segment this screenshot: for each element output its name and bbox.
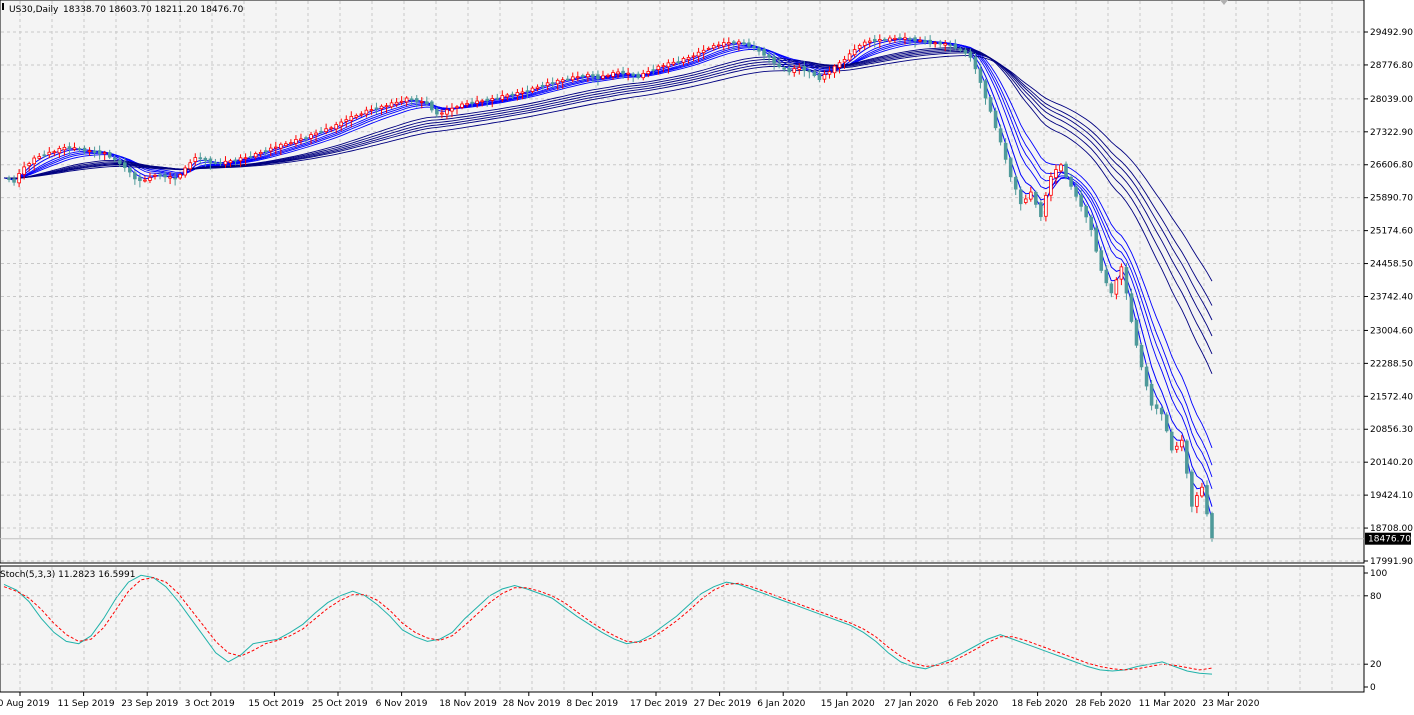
candle xyxy=(1144,363,1149,391)
date-tick-label: 17 Dec 2019 xyxy=(630,699,688,709)
price-tick-label: 29492.90 xyxy=(1370,28,1413,38)
date-tick-label: 11 Mar 2020 xyxy=(1139,699,1196,709)
date-axis: 30 Aug 2019 11 Sep 2019 23 Sep 2019 3 Oct 2… xyxy=(0,692,1260,709)
date-tick-label: 6 Jan 2020 xyxy=(757,699,805,709)
stoch-label: Stoch(5,3,3) 11.2823 16.5991 xyxy=(0,570,135,580)
current-price-value: 18476.70 xyxy=(1368,535,1411,545)
candle xyxy=(1205,480,1209,517)
date-tick-label: 23 Mar 2020 xyxy=(1202,699,1259,709)
price-tick-label: 20856.30 xyxy=(1370,425,1413,435)
stoch-tick-label: 0 xyxy=(1370,683,1376,693)
stoch-pane xyxy=(0,565,1365,693)
date-tick-label: 18 Feb 2020 xyxy=(1012,699,1068,709)
date-tick-label: 3 Oct 2019 xyxy=(185,699,235,709)
candle xyxy=(1099,246,1104,274)
date-tick-label: 15 Oct 2019 xyxy=(248,699,304,709)
chart-type-icon xyxy=(2,3,4,10)
candle xyxy=(1210,511,1214,542)
date-tick-label: 28 Feb 2020 xyxy=(1075,699,1131,709)
price-tick-label: 28039.00 xyxy=(1370,95,1413,105)
date-tick-label: 18 Nov 2019 xyxy=(439,699,497,709)
price-tick-label: 19424.10 xyxy=(1370,491,1413,501)
price-tick-label: 22288.50 xyxy=(1370,359,1413,369)
symbol-label: US30,Daily xyxy=(9,5,59,15)
candle xyxy=(1190,469,1194,513)
candle xyxy=(1134,318,1139,348)
price-tick-label: 18708.00 xyxy=(1370,524,1413,534)
candle xyxy=(1129,288,1134,324)
date-tick-label: 23 Sep 2019 xyxy=(121,699,178,709)
candle xyxy=(1164,412,1169,433)
candle xyxy=(1064,161,1068,180)
price-tick-label: 17991.90 xyxy=(1370,557,1413,567)
date-tick-label: 25 Oct 2019 xyxy=(312,699,368,709)
stoch-tick-label: 100 xyxy=(1370,569,1387,579)
price-tick-label: 20140.20 xyxy=(1370,458,1413,468)
chart-root: 29492.90 28776.80 28039.00 27322.90 26606.80… xyxy=(0,0,1413,709)
date-tick-label: 30 Aug 2019 xyxy=(0,699,50,709)
ohlc-label: 18338.70 18603.70 18211.20 18476.70 xyxy=(63,5,244,15)
candle xyxy=(993,107,998,131)
symbol-info: US30,Daily 18338.70 18603.70 18211.20 18… xyxy=(2,3,244,15)
candle xyxy=(1185,439,1189,479)
candle xyxy=(1094,224,1099,254)
date-tick-label: 15 Jan 2020 xyxy=(821,699,875,709)
price-tick-label: 21572.40 xyxy=(1370,392,1413,402)
price-tick-label: 24458.50 xyxy=(1370,260,1413,270)
price-tick-label: 25174.60 xyxy=(1370,227,1413,237)
candle xyxy=(988,94,993,114)
date-tick-label: 11 Sep 2019 xyxy=(58,699,115,709)
date-tick-label: 6 Feb 2020 xyxy=(948,699,999,709)
price-axis: 29492.90 28776.80 28039.00 27322.90 26606.80… xyxy=(1364,28,1413,567)
price-tick-label: 23742.40 xyxy=(1370,293,1413,303)
price-tick-label: 23004.60 xyxy=(1370,326,1413,336)
candle xyxy=(1139,342,1144,371)
price-tick-label: 25890.70 xyxy=(1370,194,1413,204)
date-tick-label: 27 Dec 2019 xyxy=(694,699,752,709)
candle xyxy=(1169,428,1174,453)
candle xyxy=(1059,163,1063,173)
stoch-tick-label: 80 xyxy=(1370,592,1382,602)
date-tick-label: 8 Dec 2019 xyxy=(566,699,618,709)
stoch-tick-label: 20 xyxy=(1370,660,1382,670)
date-tick-label: 27 Jan 2020 xyxy=(884,699,938,709)
price-tick-label: 27322.90 xyxy=(1370,128,1413,138)
price-tick-label: 28776.80 xyxy=(1370,61,1413,71)
date-tick-label: 6 Nov 2019 xyxy=(376,699,428,709)
price-tick-label: 26606.80 xyxy=(1370,161,1413,171)
date-tick-label: 28 Nov 2019 xyxy=(503,699,561,709)
